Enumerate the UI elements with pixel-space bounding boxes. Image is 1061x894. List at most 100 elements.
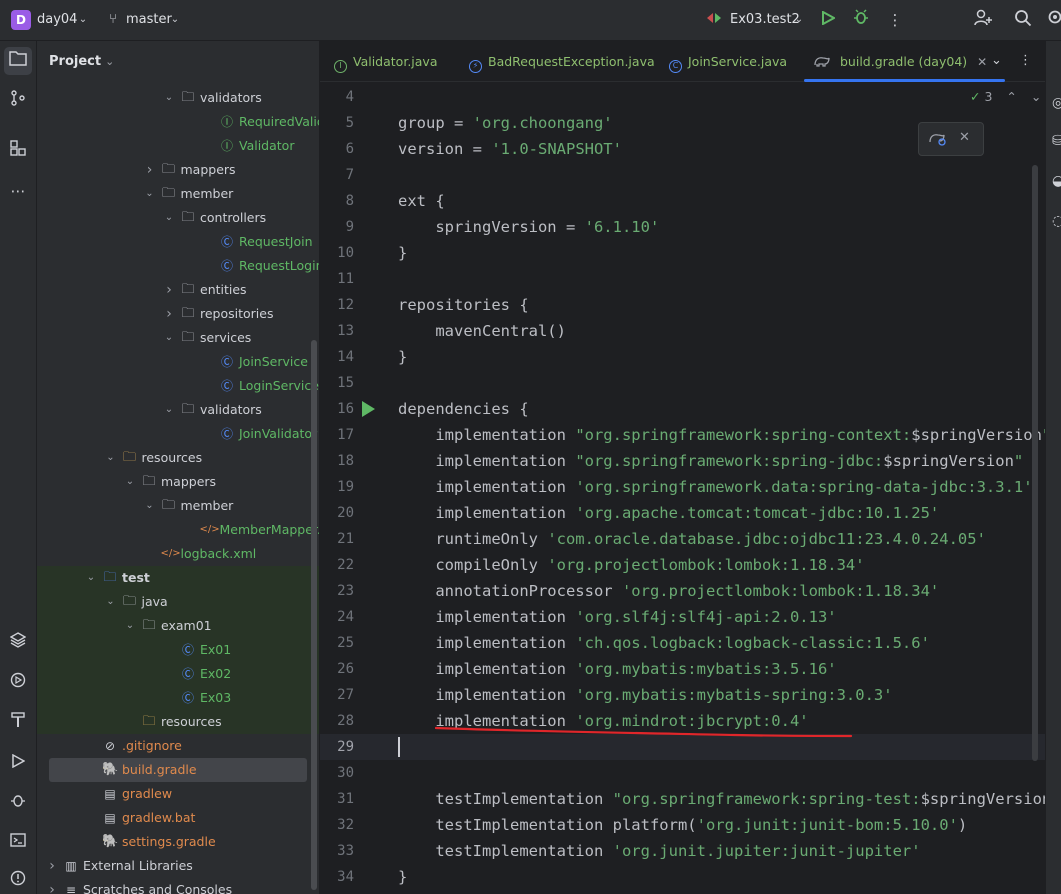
tree-item[interactable]: Ⓘ Validator: [37, 134, 319, 158]
tabs-dropdown-chevron-icon[interactable]: ⌄: [991, 53, 1002, 68]
tabs-more-options-icon[interactable]: ⋮: [1019, 53, 1032, 68]
tab-validator-java[interactable]: I Validator.java: [334, 41, 438, 82]
tree-item[interactable]: ⌄ 🗀 resources: [37, 446, 319, 470]
project-chevron-down-icon[interactable]: ⌄: [72, 9, 94, 31]
run-icon[interactable]: [817, 9, 839, 31]
code-line[interactable]: 19 implementation 'org.springframework.d…: [320, 474, 1045, 500]
code-line[interactable]: 4: [320, 84, 1045, 110]
tree-item[interactable]: ⌄ 🗀 validators: [37, 86, 319, 110]
chevron-down-icon[interactable]: ⌄: [84, 566, 98, 590]
code-line[interactable]: 21 runtimeOnly 'com.oracle.database.jdbc…: [320, 526, 1045, 552]
code-line[interactable]: 32 testImplementation platform('org.juni…: [320, 812, 1045, 838]
gradle-reload-icon[interactable]: [929, 130, 947, 150]
code-line[interactable]: 26 implementation 'org.mybatis:mybatis:3…: [320, 656, 1045, 682]
tree-item[interactable]: Ⓒ Ex03: [37, 686, 319, 710]
code-line[interactable]: 17 implementation "org.springframework:s…: [320, 422, 1051, 448]
tree-item[interactable]: Ⓒ Ex02: [37, 662, 319, 686]
tab-build-gradle[interactable]: build.gradle (day04) ✕: [804, 41, 1006, 82]
tree-item[interactable]: Ⓘ RequiredValidator: [37, 110, 319, 134]
tree-item[interactable]: ⌄ 🗀 controllers: [37, 206, 319, 230]
tree-item[interactable]: ⌄ 🗀 validators: [37, 398, 319, 422]
code-line[interactable]: 7: [320, 162, 1045, 188]
tree-item[interactable]: ⌄ 🗀 member: [37, 494, 319, 518]
code-line[interactable]: 27 implementation 'org.mybatis:mybatis-s…: [320, 682, 1045, 708]
chevron-down-icon[interactable]: ⌄: [104, 446, 118, 470]
chevron-right-icon[interactable]: ›: [45, 854, 59, 878]
chevron-down-icon[interactable]: ⌄: [143, 494, 157, 518]
tree-item[interactable]: › ▥ External Libraries: [37, 854, 319, 878]
code-line[interactable]: 10}: [320, 240, 1045, 266]
project-panel-header[interactable]: Project ⌄: [49, 54, 114, 69]
tab-joinservice-java[interactable]: C JoinService.java: [669, 41, 787, 82]
code-line[interactable]: 14}: [320, 344, 1045, 370]
tree-item[interactable]: 🐘 settings.gradle: [37, 830, 319, 854]
branch-chevron-down-icon[interactable]: ⌄: [164, 9, 186, 31]
tree-item[interactable]: Ⓒ JoinValidator: [37, 422, 319, 446]
tree-item[interactable]: › 🗀 mappers: [37, 158, 319, 182]
code-line[interactable]: 8 ext {: [320, 188, 1045, 214]
add-user-icon[interactable]: [972, 9, 994, 31]
code-line[interactable]: 13 mavenCentral(): [320, 318, 1045, 344]
tree-item[interactable]: › ≡ Scratches and Consoles: [37, 878, 319, 894]
terminal-icon[interactable]: [4, 829, 32, 857]
tree-item[interactable]: ⌄ 🗀 mappers: [37, 470, 319, 494]
more-tools-icon[interactable]: ⋯: [4, 177, 32, 205]
code-line[interactable]: 16 dependencies {: [320, 396, 1045, 422]
code-line[interactable]: 20 implementation 'org.apache.tomcat:tom…: [320, 500, 1045, 526]
chevron-down-icon[interactable]: ⌄: [162, 206, 176, 230]
project-badge[interactable]: D: [11, 10, 31, 30]
chevron-right-icon[interactable]: ›: [162, 278, 176, 302]
problems-icon[interactable]: [4, 867, 32, 894]
code-area[interactable]: 4 5 group = 'org.choongang' 6 version = '1.0…: [320, 82, 1061, 894]
tree-item[interactable]: ⌄ 🗀 exam01: [37, 614, 319, 638]
tree-item[interactable]: Ⓒ LoginService: [37, 374, 319, 398]
tab-badrequestexception-java[interactable]: ⚡ BadRequestException.java: [469, 41, 655, 82]
tree-item[interactable]: › 🗀 repositories: [37, 302, 319, 326]
code-line[interactable]: 22 compileOnly 'org.projectlombok:lombok…: [320, 552, 1045, 578]
code-line[interactable]: 25 implementation 'ch.qos.logback:logbac…: [320, 630, 1045, 656]
database-icon[interactable]: ⛁: [1052, 133, 1061, 149]
code-line[interactable]: 33 testImplementation 'org.junit.jupiter…: [320, 838, 1045, 864]
code-line[interactable]: 30: [320, 760, 1045, 786]
code-line[interactable]: 15: [320, 370, 1045, 396]
tree-item[interactable]: ▤ gradlew: [37, 782, 319, 806]
notifications-icon[interactable]: ◎: [1052, 95, 1061, 111]
build-hammer-icon[interactable]: [4, 709, 32, 737]
tree-item[interactable]: 🗀 resources: [37, 710, 319, 734]
tree-item[interactable]: ⌄ 🗀 member: [37, 182, 319, 206]
code-line[interactable]: 9 springVersion = '6.1.10': [320, 214, 1045, 240]
code-line[interactable]: 24 implementation 'org.slf4j:slf4j-api:2…: [320, 604, 1045, 630]
settings-gear-icon[interactable]: [1044, 9, 1061, 31]
chevron-right-icon[interactable]: ›: [45, 878, 59, 894]
tree-item[interactable]: ⊘ .gitignore: [37, 734, 319, 758]
editor-scrollbar[interactable]: [1032, 165, 1038, 761]
services-layers-icon[interactable]: [4, 629, 32, 657]
tree-item[interactable]: › 🗀 entities: [37, 278, 319, 302]
chevron-down-icon[interactable]: ⌄: [162, 326, 176, 350]
close-tab-icon[interactable]: ✕: [977, 55, 987, 69]
tree-item[interactable]: ▤ gradlew.bat: [37, 806, 319, 830]
chevron-right-icon[interactable]: ›: [143, 158, 157, 182]
search-icon[interactable]: [1012, 9, 1034, 31]
debug-tool-icon[interactable]: [4, 789, 32, 817]
previous-highlight-chevron-up-icon[interactable]: ⌃: [1006, 89, 1016, 104]
ai-assistant-icon[interactable]: ◌: [1052, 213, 1061, 229]
tree-item[interactable]: Ⓒ JoinService: [37, 350, 319, 374]
project-tool-icon[interactable]: [4, 47, 32, 75]
chevron-down-icon[interactable]: ⌄: [104, 590, 118, 614]
run-config-chevron-down-icon[interactable]: ⌄: [788, 9, 810, 31]
next-highlight-chevron-down-icon[interactable]: ⌄: [1031, 89, 1041, 104]
run-services-icon[interactable]: [4, 669, 32, 697]
structure-tool-icon[interactable]: [4, 137, 32, 165]
code-line[interactable]: 31 testImplementation "org.springframewo…: [320, 786, 1060, 812]
tree-item[interactable]: Ⓒ RequestLogin: [37, 254, 319, 278]
chevron-down-icon[interactable]: ⌄: [143, 182, 157, 206]
tree-item[interactable]: 🐘 build.gradle: [49, 758, 307, 782]
inspection-widget[interactable]: ✓ 3 ⌃ ⌄: [970, 89, 1041, 104]
code-line[interactable]: 18 implementation "org.springframework:s…: [320, 448, 1045, 474]
close-icon[interactable]: ✕: [959, 130, 970, 145]
tree-item[interactable]: ⌄ 🗀 services: [37, 326, 319, 350]
debug-icon[interactable]: [850, 9, 872, 31]
chevron-down-icon[interactable]: ⌄: [123, 614, 137, 638]
commit-tool-icon[interactable]: [4, 87, 32, 115]
